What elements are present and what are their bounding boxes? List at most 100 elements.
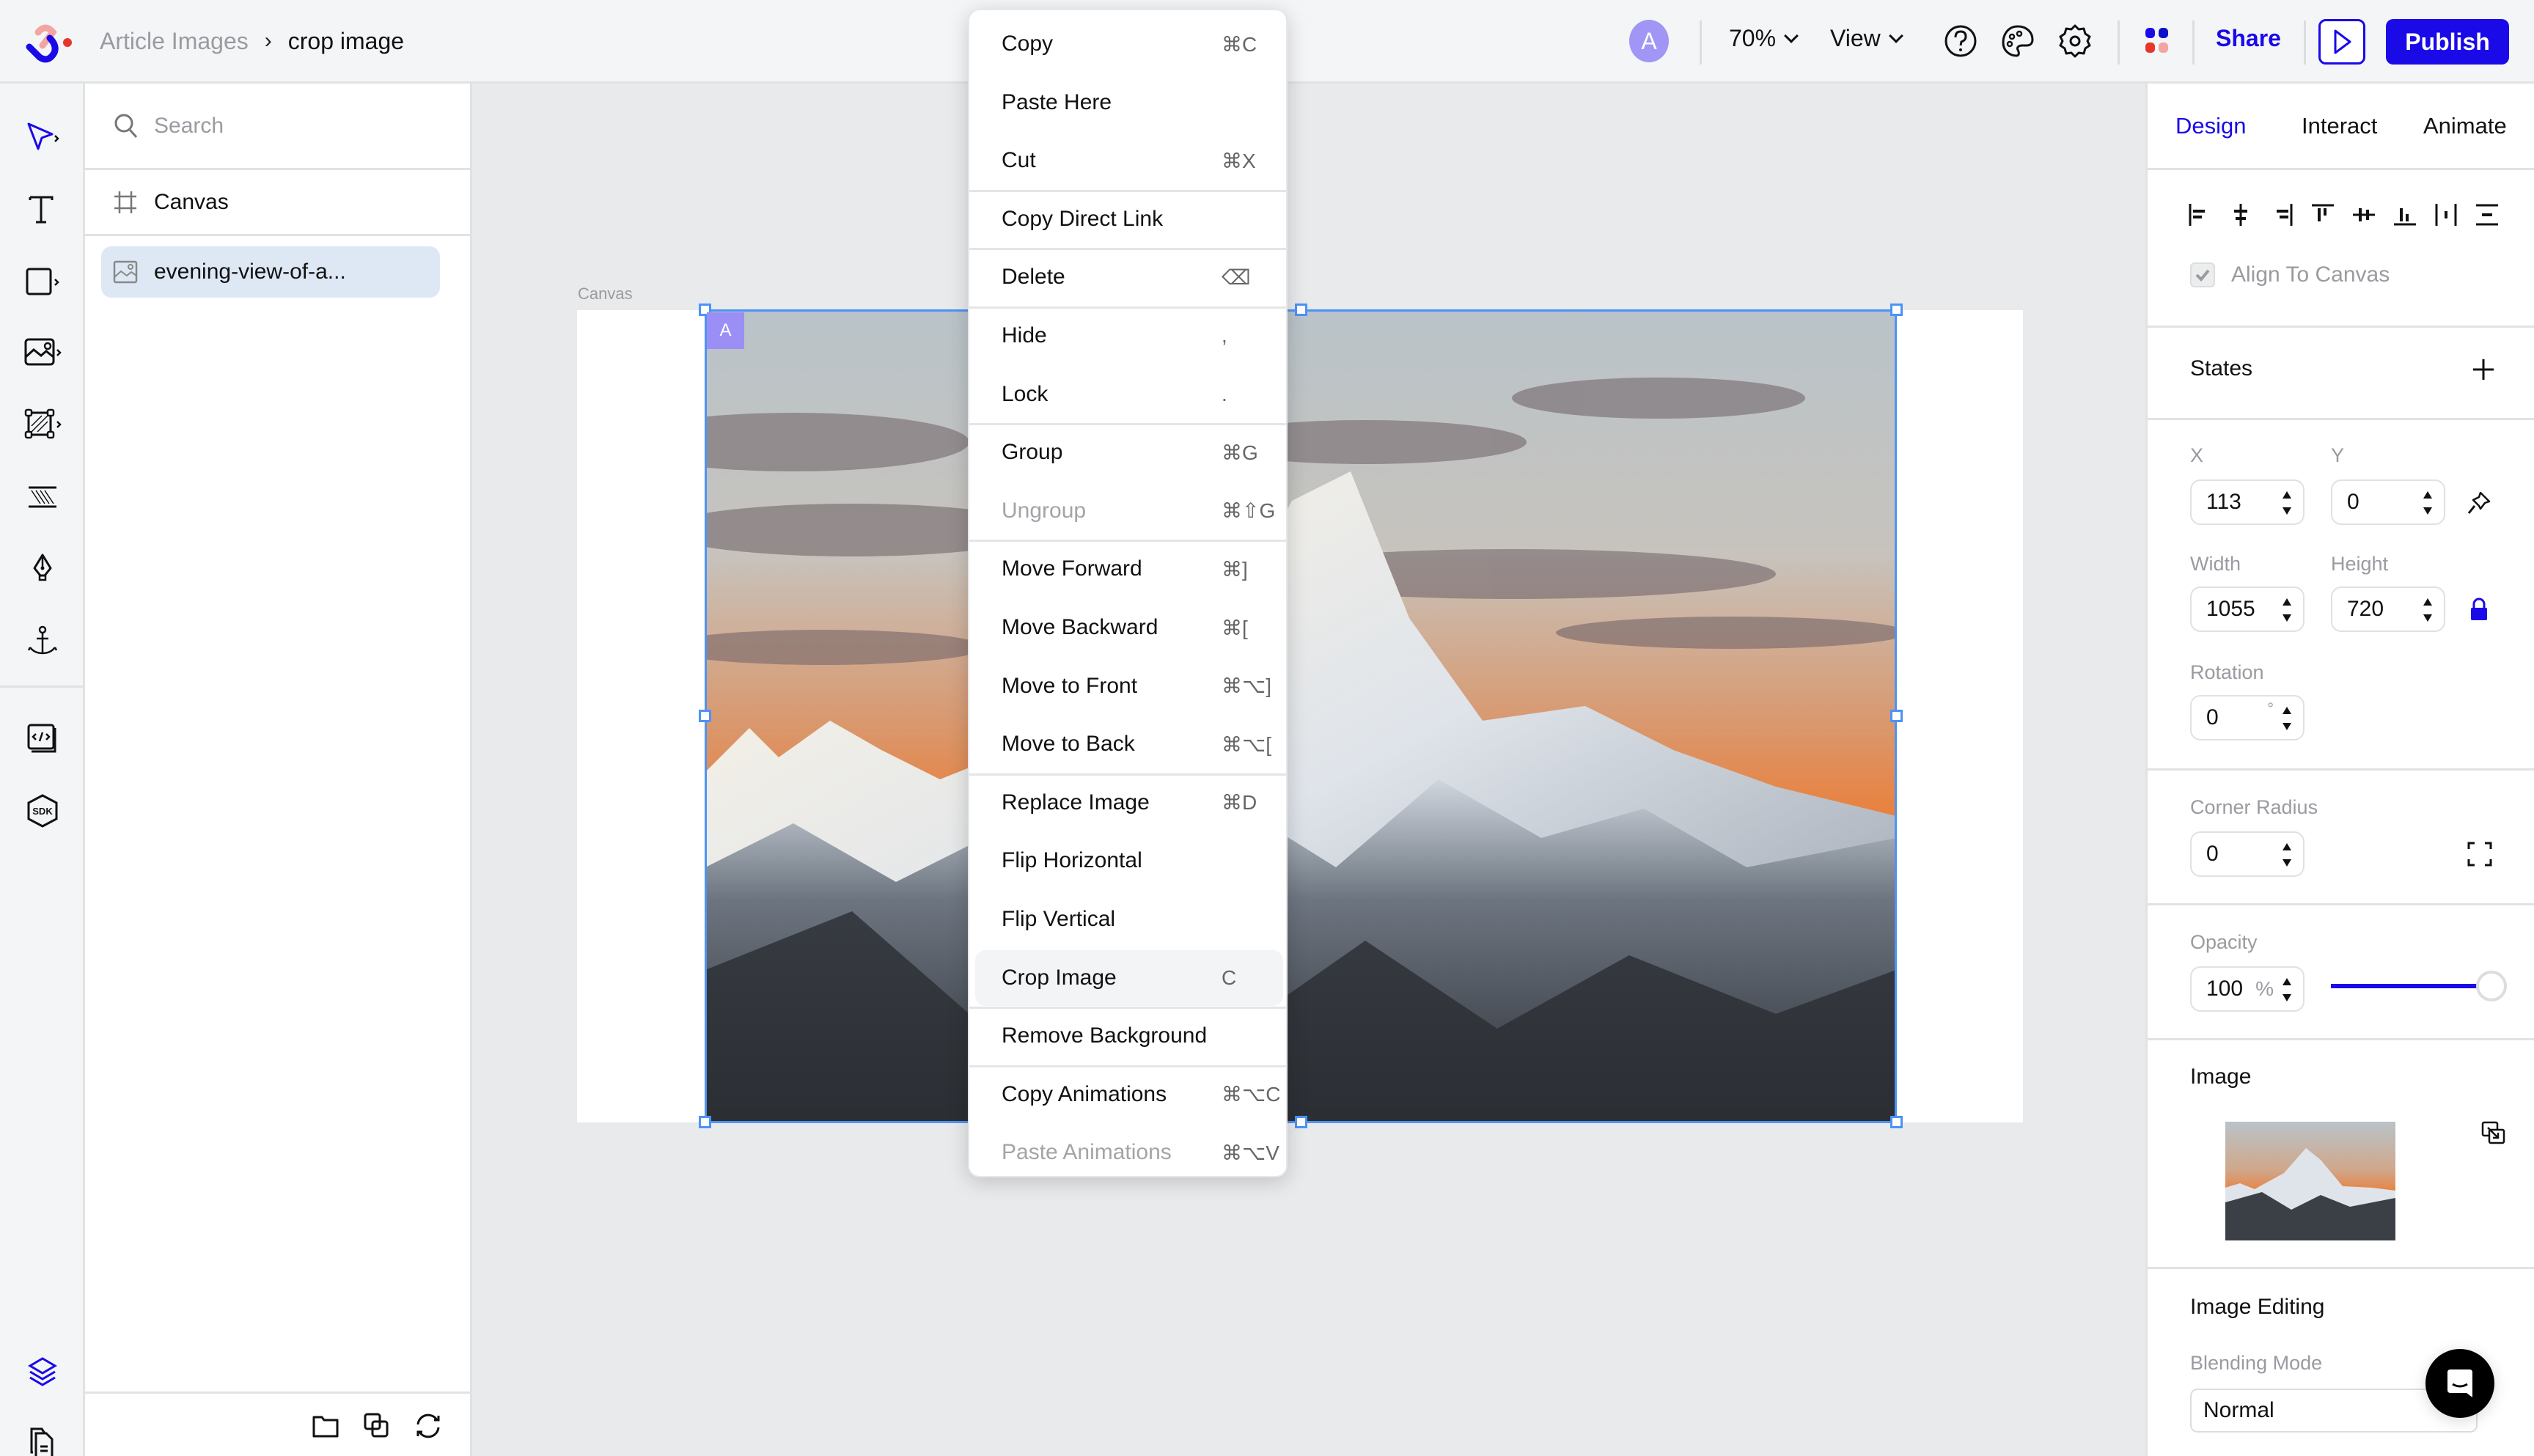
distribute-h-icon[interactable] xyxy=(2432,201,2460,229)
embed-tool[interactable] xyxy=(0,710,85,768)
code-embed-icon xyxy=(27,724,56,753)
layer-item-canvas[interactable]: Canvas xyxy=(85,170,470,236)
breadcrumb-parent[interactable]: Article Images xyxy=(100,28,249,55)
distribute-v-icon[interactable] xyxy=(2473,201,2501,229)
menu-item-ungroup[interactable]: Ungroup ⌘⇧G xyxy=(969,483,1286,539)
resize-handle-bottom-right[interactable] xyxy=(1890,1116,1903,1128)
breadcrumb-current[interactable]: crop image xyxy=(288,28,404,55)
pen-tool[interactable] xyxy=(0,540,85,598)
menu-item-flip-horizontal[interactable]: Flip Horizontal xyxy=(969,833,1286,889)
menu-item-label: Move Forward xyxy=(1002,556,1142,581)
opacity-slider-track[interactable] xyxy=(2331,984,2485,988)
select-tool[interactable] xyxy=(0,109,85,167)
menu-item-copy-animations[interactable]: Copy Animations ⌘⌥C xyxy=(969,1067,1286,1122)
sdk-tool[interactable]: SDK xyxy=(0,782,85,840)
tab-design[interactable]: Design xyxy=(2175,113,2247,139)
opacity-slider-thumb[interactable] xyxy=(2476,971,2507,1001)
zoom-select[interactable]: 70% xyxy=(1729,25,1799,52)
stepper-icon[interactable] xyxy=(2422,488,2434,518)
align-to-canvas-checkbox[interactable] xyxy=(2190,262,2215,287)
menu-item-move-to-front[interactable]: Move to Front ⌘⌥] xyxy=(969,658,1286,714)
align-center-v-icon[interactable] xyxy=(2350,201,2378,229)
canvas-label[interactable]: Canvas xyxy=(578,284,633,304)
support-chat-button[interactable] xyxy=(2425,1349,2494,1418)
resize-handle-bottom-left[interactable] xyxy=(699,1116,711,1128)
menu-item-copy[interactable]: Copy ⌘C xyxy=(969,16,1286,72)
layer-item-image[interactable]: evening-view-of-a... xyxy=(101,246,440,298)
align-bottom-icon[interactable] xyxy=(2391,201,2419,229)
align-left-icon[interactable] xyxy=(2186,201,2214,229)
resize-handle-bottom[interactable] xyxy=(1295,1116,1307,1128)
frame-tool[interactable] xyxy=(0,396,85,455)
stepper-icon[interactable] xyxy=(2281,704,2293,733)
help-icon[interactable] xyxy=(1942,22,1980,60)
menu-item-lock[interactable]: Lock. xyxy=(969,367,1286,422)
menu-item-paste-here[interactable]: Paste Here xyxy=(969,75,1286,130)
refresh-icon[interactable] xyxy=(414,1411,443,1441)
publish-button[interactable]: Publish xyxy=(2386,19,2509,65)
selected-image[interactable] xyxy=(705,310,1896,1122)
layer-search xyxy=(85,84,470,170)
menu-item-delete[interactable]: Delete ⌫ xyxy=(969,249,1286,305)
layers-toggle[interactable] xyxy=(0,1343,85,1402)
menu-item-hide[interactable]: Hide, xyxy=(969,308,1286,364)
menu-item-remove-background[interactable]: Remove Background xyxy=(969,1008,1286,1064)
align-to-canvas[interactable]: Align To Canvas xyxy=(2190,262,2390,287)
stepper-icon[interactable] xyxy=(2281,975,2293,1004)
text-tool[interactable] xyxy=(0,180,85,239)
share-button[interactable]: Share xyxy=(2216,25,2281,52)
rotation-input[interactable]: 0 ° xyxy=(2190,695,2305,740)
opacity-input[interactable]: 100 % xyxy=(2190,966,2305,1012)
menu-item-move-backward[interactable]: Move Backward ⌘[ xyxy=(969,600,1286,655)
image-tool[interactable] xyxy=(0,324,85,383)
menu-item-paste-animations[interactable]: Paste Animations ⌘⌥V xyxy=(969,1125,1286,1180)
tab-animate[interactable]: Animate xyxy=(2423,113,2507,139)
settings-icon[interactable] xyxy=(2056,22,2094,60)
menu-item-copy-direct-link[interactable]: Copy Direct Link xyxy=(969,191,1286,247)
menu-item-shortcut: ⌘] xyxy=(1222,557,1248,581)
app-logo[interactable] xyxy=(22,16,73,65)
image-thumbnail[interactable] xyxy=(2225,1122,2395,1240)
menu-item-crop-image[interactable]: Crop Image C xyxy=(975,949,1283,1006)
corner-radius-input[interactable]: 0 xyxy=(2190,831,2305,877)
spacer-tool[interactable] xyxy=(0,468,85,526)
lock-icon[interactable] xyxy=(2469,597,2489,622)
resize-handle-top-right[interactable] xyxy=(1890,304,1903,316)
pin-icon[interactable] xyxy=(2466,490,2492,516)
independent-corners-icon[interactable] xyxy=(2466,840,2494,868)
stepper-icon[interactable] xyxy=(2422,595,2434,625)
align-right-icon[interactable] xyxy=(2268,201,2296,229)
resize-handle-top[interactable] xyxy=(1295,304,1307,316)
replace-image-icon[interactable] xyxy=(2480,1120,2507,1147)
menu-item-cut[interactable]: Cut ⌘X xyxy=(969,133,1286,188)
menu-item-group[interactable]: Group ⌘G xyxy=(969,424,1286,480)
tab-interact[interactable]: Interact xyxy=(2302,113,2377,139)
menu-item-move-to-back[interactable]: Move to Back ⌘⌥[ xyxy=(969,716,1286,772)
height-input[interactable]: 720 xyxy=(2331,587,2445,632)
align-top-icon[interactable] xyxy=(2309,201,2337,229)
apps-grid-icon[interactable] xyxy=(2138,22,2176,60)
stepper-icon[interactable] xyxy=(2281,840,2293,869)
resize-handle-left[interactable] xyxy=(699,710,711,722)
view-menu[interactable]: View xyxy=(1830,25,1903,52)
folder-icon[interactable] xyxy=(311,1411,340,1441)
resize-handle-right[interactable] xyxy=(1890,710,1903,722)
menu-item-replace-image[interactable]: Replace Image ⌘D xyxy=(969,775,1286,831)
shape-tool[interactable] xyxy=(0,252,85,311)
stepper-icon[interactable] xyxy=(2281,595,2293,625)
menu-item-move-forward[interactable]: Move Forward ⌘] xyxy=(969,541,1286,597)
avatar[interactable]: A xyxy=(1629,20,1669,62)
width-input[interactable]: 1055 xyxy=(2190,587,2305,632)
palette-icon[interactable] xyxy=(1999,22,2037,60)
search-input[interactable] xyxy=(154,113,433,139)
align-center-h-icon[interactable] xyxy=(2227,201,2255,229)
add-state-icon[interactable] xyxy=(2470,356,2497,383)
duplicate-icon[interactable] xyxy=(362,1411,392,1441)
preview-button[interactable] xyxy=(2318,19,2365,65)
anchor-tool[interactable] xyxy=(0,611,85,670)
menu-item-flip-vertical[interactable]: Flip Vertical xyxy=(969,891,1286,947)
stepper-icon[interactable] xyxy=(2281,488,2293,518)
x-input[interactable]: 113 xyxy=(2190,479,2305,525)
pages-toggle[interactable] xyxy=(0,1415,85,1456)
y-input[interactable]: 0 xyxy=(2331,479,2445,525)
